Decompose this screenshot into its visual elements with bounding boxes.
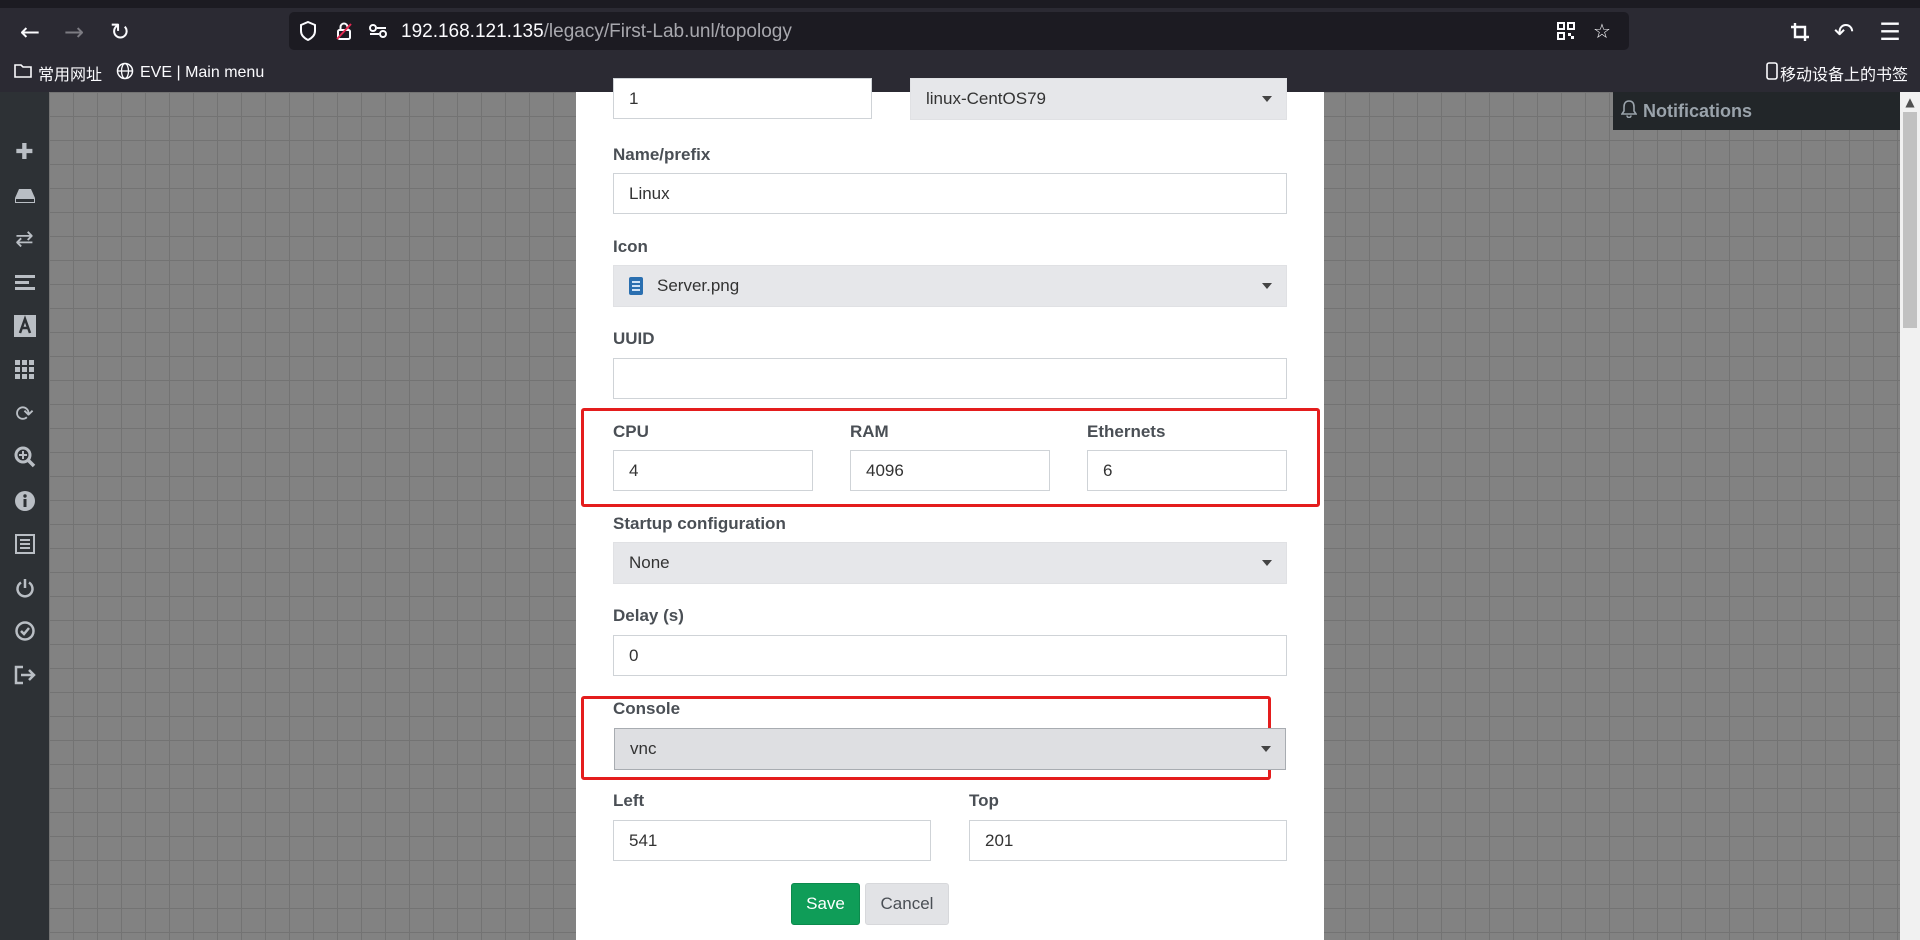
eve-topology-page: ✚ ⇄ ⟳ Notifications ▲ 1 linux-CentOS79 N… — [0, 78, 1920, 940]
delay-input[interactable]: 0 — [613, 635, 1287, 676]
name-prefix-label: Name/prefix — [613, 145, 711, 164]
reload-icon[interactable]: ↻ — [104, 16, 136, 48]
notifications-title: Notifications — [1643, 100, 1753, 121]
console-select[interactable]: vnc — [614, 728, 1286, 770]
notes-icon[interactable] — [0, 528, 49, 560]
forward-arrow-icon[interactable]: → — [58, 16, 90, 48]
number-of-nodes-input[interactable]: 1 — [613, 78, 872, 119]
tracking-protection-icon[interactable] — [295, 18, 321, 44]
save-button[interactable]: Save — [791, 883, 860, 925]
page-scrollbar[interactable]: ▲ — [1900, 92, 1920, 940]
icon-value: Server.png — [657, 276, 740, 295]
refresh-icon[interactable]: ⟳ — [0, 398, 49, 430]
uuid-input[interactable] — [613, 358, 1287, 399]
back-arrow-icon[interactable]: ← — [14, 16, 46, 48]
console-value: vnc — [630, 739, 657, 758]
ethernets-label: Ethernets — [1087, 422, 1166, 441]
startup-config-value: None — [629, 553, 670, 572]
chevron-down-icon — [1262, 283, 1272, 289]
add-icon[interactable]: ✚ — [0, 136, 49, 168]
globe-icon — [116, 62, 134, 85]
uuid-label: UUID — [613, 329, 655, 348]
mobile-bookmarks[interactable]: 移动设备上的书签 — [1766, 61, 1909, 85]
cpu-label: CPU — [613, 422, 649, 441]
scroll-up-icon[interactable]: ▲ — [1900, 92, 1920, 112]
zoom-icon[interactable] — [0, 441, 49, 473]
chevron-down-icon — [1262, 96, 1272, 102]
cancel-button[interactable]: Cancel — [865, 883, 949, 925]
edit-node-modal: 1 linux-CentOS79 Name/prefix Linux Icon … — [576, 78, 1324, 940]
delay-label: Delay (s) — [613, 606, 684, 625]
tab-strip — [0, 0, 1920, 8]
server-file-icon — [629, 277, 643, 295]
bell-icon — [1620, 100, 1638, 122]
bookmark-eve-main-menu[interactable]: EVE | Main menu — [116, 62, 264, 84]
bookmark-folder[interactable]: 常用网址 — [14, 62, 102, 84]
url-text: 192.168.121.135/legacy/First-Lab.unl/top… — [401, 21, 792, 42]
ram-input[interactable]: 4096 — [850, 450, 1050, 491]
bookmark-label: EVE | Main menu — [140, 64, 265, 81]
notifications-panel[interactable]: Notifications — [1613, 92, 1900, 130]
checkmark-icon[interactable] — [0, 615, 49, 647]
left-input[interactable]: 541 — [613, 820, 931, 861]
power-icon[interactable] — [0, 572, 49, 604]
chevron-down-icon — [1262, 560, 1272, 566]
startup-config-select[interactable]: None — [613, 542, 1287, 584]
info-icon[interactable] — [0, 485, 49, 517]
undo-icon[interactable]: ↶ — [1828, 16, 1860, 48]
bookmark-star-icon[interactable]: ☆ — [1589, 18, 1615, 44]
name-prefix-input[interactable]: Linux — [613, 173, 1287, 214]
bookmark-label: 常用网址 — [38, 67, 103, 84]
hamburger-menu-icon[interactable]: ☰ — [1874, 16, 1906, 48]
icon-select[interactable]: Server.png — [613, 265, 1287, 307]
template-value: linux-CentOS79 — [926, 89, 1047, 108]
network-icon[interactable]: ⇄ — [0, 223, 49, 255]
folder-icon — [14, 63, 32, 83]
sidebar: ✚ ⇄ ⟳ — [0, 92, 49, 940]
browser-toolbar: ← → ↻ 192.168.121.135/legacy/First-Lab.u… — [0, 8, 1920, 54]
top-label: Top — [969, 791, 999, 810]
console-label: Console — [613, 699, 681, 718]
icon-label: Icon — [613, 237, 648, 256]
left-label: Left — [613, 791, 645, 810]
ram-label: RAM — [850, 422, 889, 441]
ethernets-input[interactable]: 6 — [1087, 450, 1287, 491]
insecure-lock-icon[interactable] — [331, 18, 357, 44]
node-icon[interactable] — [0, 180, 49, 212]
scrollbar-thumb[interactable] — [1903, 112, 1917, 328]
logout-icon[interactable] — [0, 659, 49, 691]
startup-config-label: Startup configuration — [613, 514, 786, 533]
text-icon[interactable] — [0, 310, 49, 342]
qr-code-icon[interactable] — [1553, 18, 1579, 44]
permissions-icon[interactable] — [365, 18, 391, 44]
cpu-input[interactable]: 4 — [613, 450, 813, 491]
chevron-down-icon — [1261, 746, 1271, 752]
mobile-device-icon — [1766, 61, 1778, 85]
grid-icon[interactable] — [0, 354, 49, 386]
template-select[interactable]: linux-CentOS79 — [910, 78, 1287, 120]
list-icon[interactable] — [0, 267, 49, 299]
screenshot-crop-icon[interactable] — [1784, 16, 1816, 48]
url-bar[interactable]: 192.168.121.135/legacy/First-Lab.unl/top… — [289, 12, 1629, 50]
top-input[interactable]: 201 — [969, 820, 1287, 861]
bookmark-label: 移动设备上的书签 — [1780, 67, 1909, 84]
